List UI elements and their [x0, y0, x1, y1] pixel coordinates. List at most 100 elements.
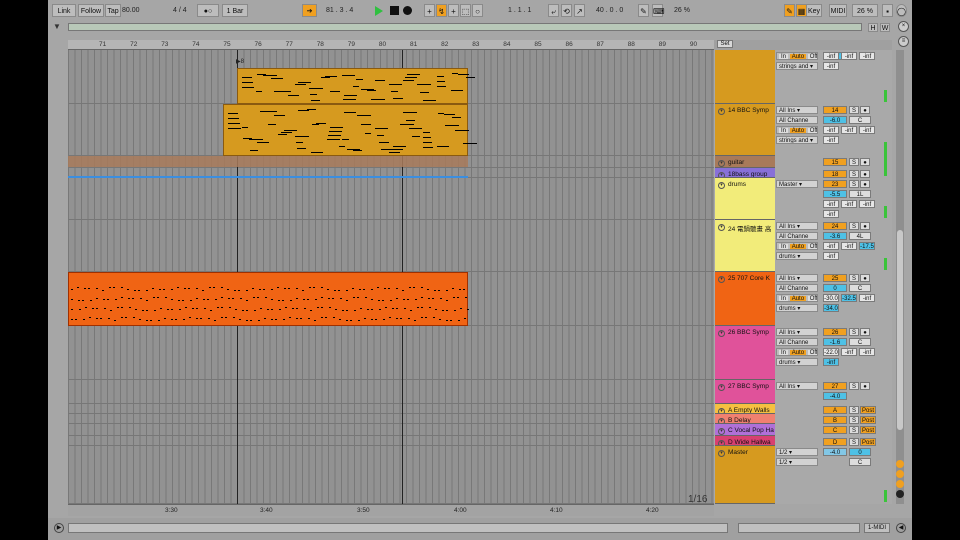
input-type-select[interactable]: All Ins ▾ — [776, 222, 818, 230]
w-button[interactable]: W — [880, 23, 890, 32]
track-activator[interactable]: 24 — [823, 222, 847, 230]
track-lane[interactable] — [68, 326, 714, 380]
track-name[interactable]: drums — [728, 181, 746, 188]
solo-button[interactable]: S — [849, 180, 859, 188]
track-header[interactable]: ▾ D Wide Hallwa — [715, 436, 775, 446]
loop-length[interactable]: 40 . 0 . 0 — [596, 4, 623, 17]
volume-field[interactable]: -5.5 — [823, 190, 847, 198]
metronome-icon[interactable]: ●○ — [197, 4, 219, 17]
fold-icon[interactable]: ▾ — [718, 182, 725, 189]
overview-toggle-icon[interactable]: ▼ — [52, 22, 62, 32]
pan-field[interactable]: C — [849, 116, 871, 124]
fold-icon[interactable]: ▾ — [718, 450, 725, 457]
track-header[interactable]: ▾ 25 707 Core K — [715, 272, 775, 326]
output-route-select[interactable]: drums ▾ — [776, 358, 818, 366]
send-field[interactable]: -inf — [823, 52, 839, 60]
track-lane[interactable] — [68, 446, 714, 504]
fold-icon[interactable]: ▾ — [718, 428, 725, 435]
send-b-field[interactable]: -inf — [859, 200, 875, 208]
send-c-field[interactable]: -34.0 — [823, 304, 839, 312]
pan-field[interactable]: C — [849, 338, 871, 346]
track-header[interactable]: ▾ 26 BBC Symp — [715, 326, 775, 380]
track-name[interactable]: 26 BBC Symp — [728, 329, 769, 336]
track-lane[interactable] — [68, 380, 714, 404]
automation-arm-icon[interactable]: ↯ — [436, 4, 447, 17]
track-activator[interactable]: C — [823, 426, 847, 434]
arrangement-view[interactable] — [68, 50, 714, 504]
fold-icon[interactable]: ▾ — [718, 384, 725, 391]
track-activator[interactable]: 23 — [823, 180, 847, 188]
send-field[interactable]: -inf — [823, 200, 839, 208]
track-activator[interactable]: 15 — [823, 158, 847, 166]
arm-button[interactable]: ● — [860, 274, 870, 282]
track-lane[interactable] — [68, 424, 714, 436]
send-b-field[interactable]: -inf — [859, 294, 875, 302]
send-field[interactable]: -22.0 — [823, 348, 839, 356]
send-c-field[interactable]: -inf — [823, 136, 839, 144]
track-header[interactable]: ▾ 14 BBC Symp — [715, 104, 775, 156]
send-a-field[interactable]: -inf — [841, 200, 857, 208]
overview-strip[interactable] — [68, 23, 862, 31]
arm-button[interactable]: ● — [860, 170, 870, 178]
midi-clip[interactable] — [237, 68, 475, 104]
track-lane[interactable] — [68, 404, 714, 414]
send-a-field[interactable]: -inf — [841, 126, 857, 134]
input-type-select[interactable]: All Ins ▾ — [776, 382, 818, 390]
post-button[interactable]: Post — [860, 426, 876, 434]
send-field[interactable]: -inf — [823, 62, 839, 70]
beat-ruler[interactable]: 71 72 73 74 75 76 77 78 79 80 81 82 83 84 85 86 87 88 89 90… — [68, 40, 759, 50]
track-name[interactable]: B Delay — [728, 417, 751, 423]
track-name[interactable]: Master — [728, 449, 748, 456]
output-route-select[interactable]: drums ▾ — [776, 252, 818, 260]
key-map-button[interactable]: Key — [806, 4, 822, 17]
input-type-select[interactable]: All Ins ▾ — [776, 106, 818, 114]
computer-keyboard-icon[interactable]: ⌨ — [652, 4, 665, 17]
draw-mode-icon[interactable]: ✎ — [638, 4, 649, 17]
solo-button[interactable]: S — [849, 328, 859, 336]
track-name[interactable]: 24 電鍋聽畫 高 — [728, 223, 771, 233]
link-button[interactable]: Link — [52, 4, 76, 17]
send-b-field[interactable]: -17.5 — [859, 242, 875, 250]
input-channel-select[interactable]: All Channe — [776, 338, 818, 346]
solo-button[interactable]: S — [849, 274, 859, 282]
solo-button[interactable]: S — [849, 438, 859, 446]
send-field[interactable]: -30.0 — [823, 294, 839, 302]
send-b-field[interactable]: -inf — [859, 348, 875, 356]
monitor-buttons[interactable]: In Auto Off — [776, 348, 818, 356]
track-header[interactable] — [715, 50, 775, 104]
volume-field[interactable]: -4.0 — [823, 448, 847, 456]
arm-button[interactable]: ● — [860, 382, 870, 390]
send-a-field[interactable]: -inf — [841, 348, 857, 356]
tap-button[interactable]: Tap — [105, 4, 121, 17]
arm-button[interactable]: ● — [860, 328, 870, 336]
input-type-select[interactable]: All Ins ▾ — [776, 274, 818, 282]
stop-icon[interactable] — [390, 6, 399, 15]
track-activator[interactable]: 27 — [823, 382, 847, 390]
session-record-icon[interactable]: ○ — [472, 4, 483, 17]
solo-button[interactable]: S — [849, 382, 859, 390]
track-lane[interactable] — [68, 220, 714, 272]
send-c-field[interactable]: -inf — [823, 252, 839, 260]
solo-button[interactable]: S — [849, 222, 859, 230]
track-header[interactable]: ▾ B Delay — [715, 414, 775, 424]
track-activator[interactable]: 18 — [823, 170, 847, 178]
volume-field[interactable]: -3.6 — [823, 232, 847, 240]
monitor-buttons[interactable]: In Auto Off — [776, 52, 818, 60]
drum-clip[interactable] — [68, 272, 469, 326]
volume-field[interactable]: -6.0 — [823, 116, 847, 124]
track-lane[interactable] — [68, 436, 714, 446]
monitor-buttons[interactable]: In Auto Off — [776, 242, 818, 250]
input-channel-select[interactable]: All Channe — [776, 284, 818, 292]
track-header[interactable]: ▾ Master — [715, 446, 775, 504]
send-field[interactable]: -inf — [823, 126, 839, 134]
tempo-field[interactable]: 80.00 — [122, 4, 140, 17]
collapse-icon[interactable]: ◀ — [896, 523, 906, 533]
track-name[interactable]: D Wide Hallwa — [728, 439, 771, 445]
track-header[interactable]: ▾ drums — [715, 178, 775, 220]
fold-icon[interactable]: ▾ — [718, 108, 725, 115]
solo-button[interactable]: S — [849, 426, 859, 434]
send-c-field[interactable]: -inf — [823, 358, 839, 366]
send-b-field[interactable]: -inf — [859, 52, 875, 60]
track-name[interactable]: C Vocal Pop Ha — [728, 427, 774, 434]
solo-button[interactable]: S — [849, 106, 859, 114]
